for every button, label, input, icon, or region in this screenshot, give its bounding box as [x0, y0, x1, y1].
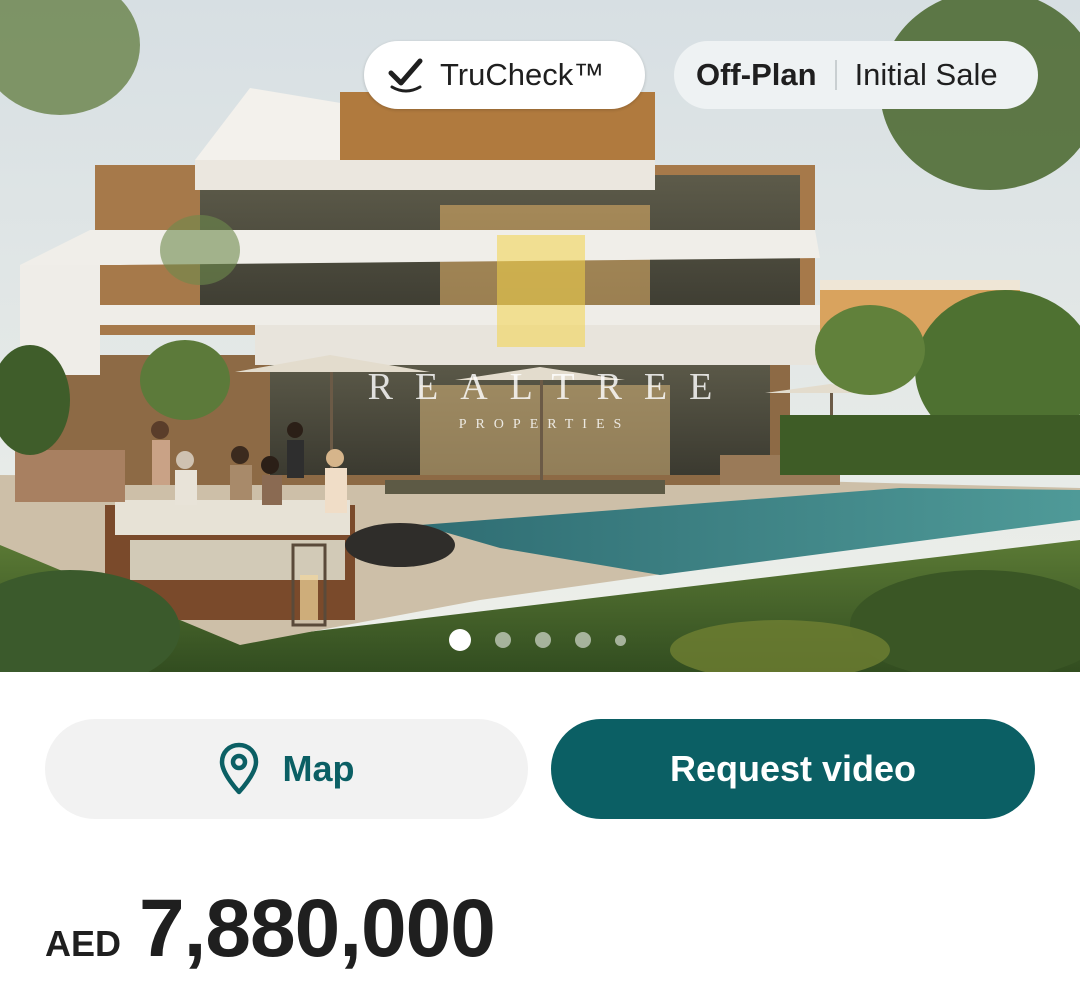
map-button[interactable]: Map — [45, 719, 528, 819]
gallery-dot[interactable] — [535, 632, 551, 648]
trucheck-badge[interactable]: TruCheck™ — [364, 41, 645, 109]
location-pin-icon — [219, 742, 259, 796]
gallery-dot[interactable] — [575, 632, 591, 648]
status-secondary: Initial Sale — [854, 57, 998, 92]
status-divider — [834, 60, 837, 90]
gallery-dot[interactable] — [449, 629, 471, 651]
map-button-label: Map — [282, 748, 355, 789]
gallery-dot[interactable] — [615, 634, 626, 646]
listing-photo-gallery[interactable]: REALTREE PROPERTIES TruCheck™ Off-Plan I… — [0, 0, 1080, 672]
trucheck-label: TruCheck™ — [440, 57, 605, 92]
listing-price: AED 7,880,000 — [45, 882, 496, 974]
request-video-label: Request video — [669, 748, 917, 789]
gallery-pagination — [449, 628, 650, 652]
status-primary: Off-Plan — [696, 57, 817, 92]
request-video-button[interactable]: Request video — [551, 719, 1035, 819]
check-badge-icon — [384, 53, 428, 97]
price-amount: 7,880,000 — [139, 883, 496, 974]
listing-status-badge: Off-Plan Initial Sale — [674, 41, 1038, 109]
price-currency: AED — [45, 923, 122, 964]
gallery-dot[interactable] — [495, 632, 511, 648]
